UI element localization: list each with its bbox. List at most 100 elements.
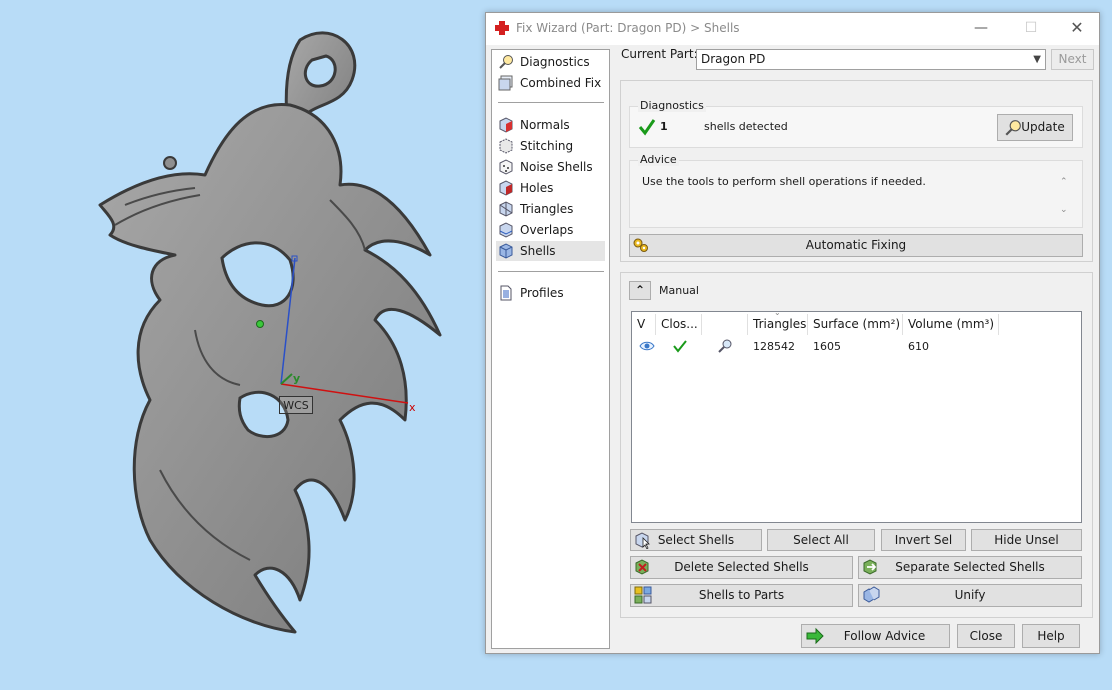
dragon-model[interactable] xyxy=(0,0,484,690)
shells-to-parts-label: Shells to Parts xyxy=(698,588,785,602)
stitching-cube-icon xyxy=(499,138,513,154)
gears-icon xyxy=(633,238,648,252)
select-shells-button[interactable]: Select Shells xyxy=(630,529,762,551)
diagnostics-status: shells detected xyxy=(704,120,788,133)
nav-label: Shells xyxy=(520,244,556,258)
follow-advice-label: Follow Advice xyxy=(843,629,926,643)
advice-label: Advice xyxy=(638,153,679,166)
update-button[interactable]: Update xyxy=(997,114,1073,141)
select-shells-label: Select Shells xyxy=(657,533,735,547)
next-button[interactable]: Next xyxy=(1051,49,1094,70)
current-part-label: Current Part: xyxy=(621,47,698,61)
title-bar[interactable]: Fix Wizard (Part: Dragon PD) > Shells — … xyxy=(486,13,1099,45)
manual-label: Manual xyxy=(659,284,699,297)
automatic-fixing-button[interactable]: Automatic Fixing xyxy=(629,234,1083,257)
cell-triangles: 128542 xyxy=(753,340,795,353)
column-header-closed[interactable]: Clos... xyxy=(656,314,702,335)
axis-y-label: y xyxy=(293,372,301,385)
column-header-visible[interactable]: V xyxy=(632,314,656,335)
3d-viewport[interactable]: WCS x y xyxy=(0,0,484,690)
help-button[interactable]: Help xyxy=(1022,624,1080,648)
nav-item-shells[interactable]: Shells xyxy=(496,241,605,261)
column-header-volume[interactable]: Volume (mm³) xyxy=(903,314,999,335)
nav-label: Normals xyxy=(520,118,570,132)
nav-item-triangles[interactable]: Triangles xyxy=(496,199,605,219)
overlaps-cube-icon xyxy=(499,222,513,238)
follow-advice-button[interactable]: Follow Advice xyxy=(801,624,950,648)
nav-label: Combined Fix xyxy=(520,76,602,90)
delete-selected-label: Delete Selected Shells xyxy=(674,560,809,574)
shells-to-parts-button[interactable]: Shells to Parts xyxy=(630,584,853,607)
unify-button[interactable]: Unify xyxy=(858,584,1082,607)
select-shells-icon xyxy=(635,532,650,549)
wcs-label: WCS xyxy=(279,396,313,414)
column-header-surface[interactable]: Surface (mm²) xyxy=(808,314,903,335)
delete-selected-shells-button[interactable]: Delete Selected Shells xyxy=(630,556,853,579)
nav-item-profiles[interactable]: Profiles xyxy=(496,283,605,303)
sort-indicator-icon: ⌄ xyxy=(774,308,781,317)
nav-item-combined-fix[interactable]: Combined Fix xyxy=(496,73,605,93)
diagnostics-label: Diagnostics xyxy=(638,99,706,112)
separate-selected-shells-button[interactable]: Separate Selected Shells xyxy=(858,556,1082,579)
window-title: Fix Wizard (Part: Dragon PD) > Shells xyxy=(516,21,740,35)
scroll-down-icon[interactable]: ⌄ xyxy=(1060,205,1068,215)
scroll-up-icon[interactable]: ⌃ xyxy=(1060,177,1068,187)
nav-item-stitching[interactable]: Stitching xyxy=(496,136,605,156)
close-button[interactable]: Close xyxy=(957,624,1015,648)
triangles-cube-icon xyxy=(499,201,513,217)
separate-selected-label: Separate Selected Shells xyxy=(895,560,1045,574)
cell-surface: 1605 xyxy=(813,340,841,353)
arrow-right-icon xyxy=(806,627,824,645)
invert-selection-button[interactable]: Invert Sel xyxy=(881,529,966,551)
shells-table: V Clos... Triangles ⌄ Surface (mm²) Volu… xyxy=(631,308,1082,523)
nav-divider xyxy=(498,271,604,272)
collapse-manual-button[interactable]: ⌃ xyxy=(629,281,651,300)
nav-item-diagnostics[interactable]: Diagnostics xyxy=(496,52,605,72)
cell-volume: 610 xyxy=(908,340,929,353)
advice-text: Use the tools to perform shell operation… xyxy=(642,175,926,188)
minimize-button[interactable]: — xyxy=(958,13,1004,43)
nav-label: Stitching xyxy=(520,139,574,153)
fix-wizard-window: Fix Wizard (Part: Dragon PD) > Shells — … xyxy=(485,12,1100,654)
nav-item-noise-shells[interactable]: Noise Shells xyxy=(496,157,605,177)
holes-cube-icon xyxy=(499,180,513,196)
automatic-fixing-label: Automatic Fixing xyxy=(805,238,907,252)
nav-item-normals[interactable]: Normals xyxy=(496,115,605,135)
nav-label: Triangles xyxy=(520,202,574,216)
eye-icon[interactable] xyxy=(639,340,655,352)
current-part-value: Dragon PD xyxy=(701,52,766,66)
inspect-magnifier-icon[interactable] xyxy=(717,338,733,354)
unify-icon xyxy=(863,586,880,603)
checkmark-icon xyxy=(638,119,656,136)
maximize-button[interactable]: ☐ xyxy=(1008,13,1054,43)
nav-divider xyxy=(498,102,604,103)
column-header-inspect[interactable] xyxy=(702,314,748,335)
nav-label: Profiles xyxy=(520,286,564,300)
shells-cube-icon xyxy=(499,243,513,259)
closed-check-icon xyxy=(673,340,687,353)
shells-to-parts-icon xyxy=(634,586,652,604)
magnifier-icon xyxy=(1005,120,1021,136)
advice-section xyxy=(629,160,1083,228)
select-all-button[interactable]: Select All xyxy=(767,529,875,551)
current-part-select[interactable]: Dragon PD ▼ xyxy=(696,49,1046,70)
magnifier-icon xyxy=(499,55,513,69)
delete-shells-icon xyxy=(635,559,649,575)
nav-label: Overlaps xyxy=(520,223,574,237)
close-window-button[interactable]: ✕ xyxy=(1054,13,1100,43)
axis-x-label: x xyxy=(409,401,416,414)
update-label: Update xyxy=(1021,120,1065,134)
nav-label: Noise Shells xyxy=(520,160,593,174)
hide-unselected-button[interactable]: Hide Unsel xyxy=(971,529,1082,551)
chevron-down-icon: ▼ xyxy=(1033,54,1041,65)
layers-icon xyxy=(498,75,513,91)
nav-item-holes[interactable]: Holes xyxy=(496,178,605,198)
nav-label: Holes xyxy=(520,181,554,195)
document-icon xyxy=(500,285,512,301)
column-header-triangles[interactable]: Triangles xyxy=(748,314,808,335)
nav-item-overlaps[interactable]: Overlaps xyxy=(496,220,605,240)
unify-label: Unify xyxy=(954,588,986,602)
noise-cube-icon xyxy=(499,159,513,175)
red-cross-icon xyxy=(495,21,509,35)
separate-shells-icon xyxy=(863,559,877,575)
